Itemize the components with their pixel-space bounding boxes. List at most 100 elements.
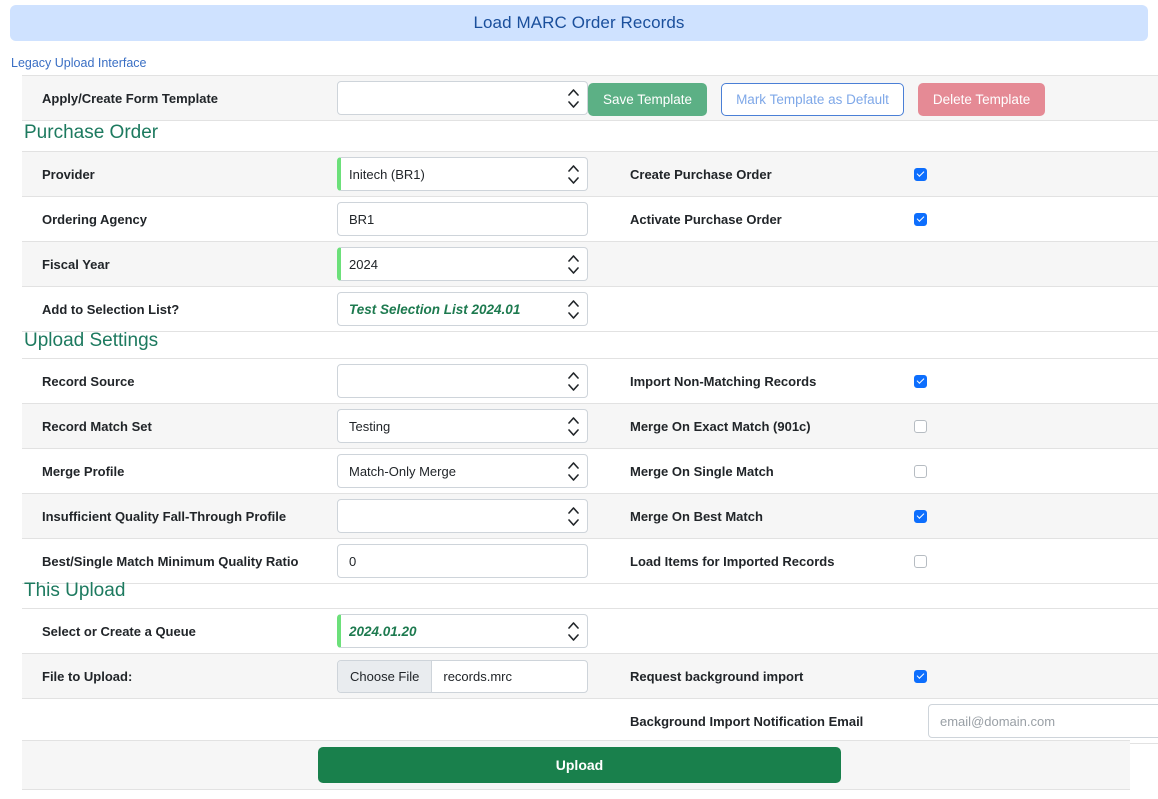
merge-best-match-checkbox[interactable]	[914, 510, 927, 523]
ordering-agency-label: Ordering Agency	[22, 197, 337, 242]
queue-right-cell	[905, 609, 1158, 654]
import-non-matching-label: Import Non-Matching Records	[610, 359, 905, 404]
apply-create-template-select[interactable]	[337, 81, 588, 115]
merge-single-match-cell	[905, 449, 1158, 494]
upload-button[interactable]: Upload	[318, 747, 841, 783]
select-stepper-icon	[568, 455, 579, 487]
fiscal-year-value: 2024	[349, 257, 378, 272]
upload-settings-table: Record Source Import Non-Matching Record…	[22, 358, 1158, 584]
upload-button-row: Upload	[22, 740, 1130, 790]
select-stepper-icon	[568, 410, 579, 442]
table-row-notification-email: Background Import Notification Email ema…	[22, 699, 1158, 744]
merge-profile-select[interactable]: Match-Only Merge	[337, 454, 588, 488]
template-action-buttons: Save Template Mark Template as Default D…	[588, 83, 1045, 116]
merge-exact-match-cell	[905, 404, 1158, 449]
request-background-import-label: Request background import	[610, 654, 905, 699]
add-to-selection-list-value: Test Selection List 2024.01	[349, 302, 520, 317]
load-items-cell	[905, 539, 1158, 584]
select-stepper-icon	[568, 615, 579, 647]
fiscal-year-select[interactable]: 2024	[337, 247, 588, 281]
provider-select[interactable]: Initech (BR1)	[337, 157, 588, 191]
queue-label: Select or Create a Queue	[22, 609, 337, 654]
create-purchase-order-checkbox[interactable]	[914, 168, 927, 181]
min-quality-ratio-input[interactable]: 0	[337, 544, 588, 578]
select-stepper-icon	[568, 248, 579, 280]
legacy-upload-interface-link[interactable]: Legacy Upload Interface	[11, 56, 147, 70]
fall-through-profile-cell	[337, 494, 610, 539]
activate-purchase-order-label: Activate Purchase Order	[610, 197, 905, 242]
fiscal-year-right-cell	[905, 242, 1158, 287]
notification-email-input[interactable]: email@domain.com	[928, 704, 1158, 738]
table-row-fiscal-year: Fiscal Year 2024	[22, 242, 1158, 287]
merge-profile-value: Match-Only Merge	[349, 464, 456, 479]
select-stepper-icon	[568, 293, 579, 325]
ordering-agency-input[interactable]: BR1	[337, 202, 588, 236]
merge-exact-match-checkbox[interactable]	[914, 420, 927, 433]
delete-template-button[interactable]: Delete Template	[918, 83, 1045, 116]
fall-through-profile-select[interactable]	[337, 499, 588, 533]
notification-email-left-cell	[337, 699, 610, 744]
activate-purchase-order-cell	[905, 197, 1158, 242]
import-non-matching-checkbox[interactable]	[914, 375, 927, 388]
merge-single-match-checkbox[interactable]	[914, 465, 927, 478]
merge-profile-label: Merge Profile	[22, 449, 337, 494]
add-to-selection-right-cell	[905, 287, 1158, 332]
table-row-queue: Select or Create a Queue 2024.01.20	[22, 609, 1158, 654]
add-to-selection-right-spacer	[610, 287, 905, 332]
merge-best-match-label: Merge On Best Match	[610, 494, 905, 539]
page-title-bar: Load MARC Order Records	[10, 5, 1148, 41]
record-match-set-value: Testing	[349, 419, 390, 434]
add-to-selection-list-cell: Test Selection List 2024.01	[337, 287, 610, 332]
selected-file-name: records.mrc	[432, 661, 512, 692]
record-match-set-label: Record Match Set	[22, 404, 337, 449]
section-heading-upload-settings: Upload Settings	[24, 330, 158, 352]
add-to-selection-list-select[interactable]: Test Selection List 2024.01	[337, 292, 588, 326]
record-match-set-cell: Testing	[337, 404, 610, 449]
record-source-select[interactable]	[337, 364, 588, 398]
apply-create-template-label: Apply/Create Form Template	[22, 76, 337, 121]
table-row-record-source: Record Source Import Non-Matching Record…	[22, 359, 1158, 404]
request-background-import-checkbox[interactable]	[914, 670, 927, 683]
queue-right-spacer	[610, 609, 905, 654]
notification-email-left-spacer	[22, 699, 337, 744]
select-stepper-icon	[568, 500, 579, 532]
file-to-upload-label: File to Upload:	[22, 654, 337, 699]
merge-single-match-label: Merge On Single Match	[610, 449, 905, 494]
queue-value: 2024.01.20	[349, 624, 417, 639]
this-upload-table: Select or Create a Queue 2024.01.20 File…	[22, 608, 1158, 744]
activate-purchase-order-checkbox[interactable]	[914, 213, 927, 226]
provider-cell: Initech (BR1)	[337, 152, 610, 197]
file-to-upload-cell: Choose File records.mrc	[337, 654, 610, 699]
create-purchase-order-cell	[905, 152, 1158, 197]
provider-label: Provider	[22, 152, 337, 197]
ordering-agency-cell: BR1	[337, 197, 610, 242]
queue-select[interactable]: 2024.01.20	[337, 614, 588, 648]
record-source-label: Record Source	[22, 359, 337, 404]
notification-email-cell: email@domain.com	[905, 699, 1158, 744]
purchase-order-table: Provider Initech (BR1) Create Purchase O…	[22, 151, 1158, 332]
choose-file-button[interactable]: Choose File	[338, 661, 432, 692]
file-upload-input[interactable]: Choose File records.mrc	[337, 660, 588, 693]
merge-profile-cell: Match-Only Merge	[337, 449, 610, 494]
min-quality-ratio-label: Best/Single Match Minimum Quality Ratio	[22, 539, 337, 584]
fall-through-profile-label: Insufficient Quality Fall-Through Profil…	[22, 494, 337, 539]
save-template-button[interactable]: Save Template	[588, 83, 707, 116]
apply-create-template-cell	[337, 76, 610, 121]
merge-best-match-cell	[905, 494, 1158, 539]
record-match-set-select[interactable]: Testing	[337, 409, 588, 443]
table-row-fall-through-profile: Insufficient Quality Fall-Through Profil…	[22, 494, 1158, 539]
import-non-matching-cell	[905, 359, 1158, 404]
merge-exact-match-label: Merge On Exact Match (901c)	[610, 404, 905, 449]
queue-cell: 2024.01.20	[337, 609, 610, 654]
select-stepper-icon	[568, 82, 579, 114]
load-items-checkbox[interactable]	[914, 555, 927, 568]
table-row-add-to-selection-list: Add to Selection List? Test Selection Li…	[22, 287, 1158, 332]
table-row-merge-profile: Merge Profile Match-Only Merge Merge On …	[22, 449, 1158, 494]
load-items-label: Load Items for Imported Records	[610, 539, 905, 584]
provider-value: Initech (BR1)	[349, 167, 425, 182]
table-row-record-match-set: Record Match Set Testing Merge On Exact …	[22, 404, 1158, 449]
page-title: Load MARC Order Records	[473, 13, 684, 33]
mark-template-default-button[interactable]: Mark Template as Default	[721, 83, 904, 116]
select-stepper-icon	[568, 365, 579, 397]
min-quality-ratio-cell: 0	[337, 539, 610, 584]
